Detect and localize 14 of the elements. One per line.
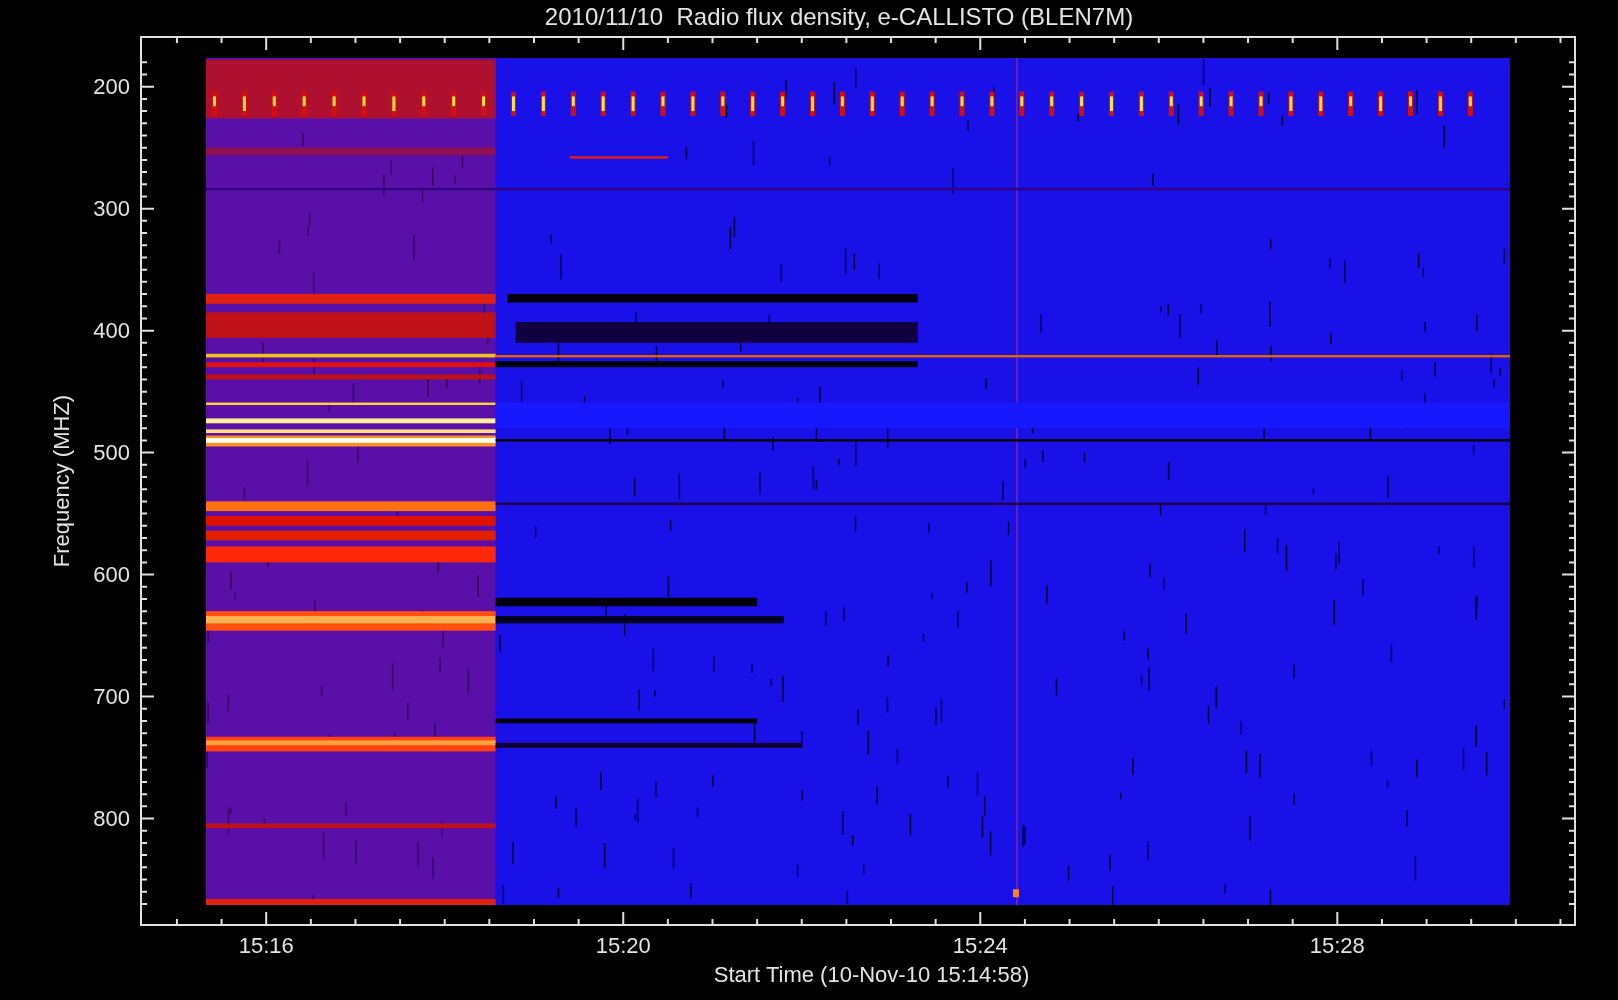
y-tick-label: 300 [93, 196, 130, 221]
y-tick-label: 600 [93, 562, 130, 587]
x-axis-label: Start Time (10-Nov-10 15:14:58) [713, 962, 1030, 988]
x-tick-label: 15:16 [238, 934, 294, 958]
y-tick-label: 400 [93, 318, 130, 343]
y-tick-label: 800 [93, 806, 130, 831]
x-tick-label: 15:20 [595, 934, 651, 958]
y-tick-label: 200 [93, 74, 130, 99]
y-tick-label: 700 [93, 684, 130, 709]
y-tick-label: 500 [93, 440, 130, 465]
chart-title: 2010/11/10 Radio flux density, e-CALLISTO (BLEN7M) [544, 3, 1134, 31]
x-tick-label: 15:28 [1309, 934, 1365, 958]
x-tick-label: 15:24 [952, 934, 1008, 958]
y-axis-label: Frequency (MHZ) [49, 394, 75, 568]
